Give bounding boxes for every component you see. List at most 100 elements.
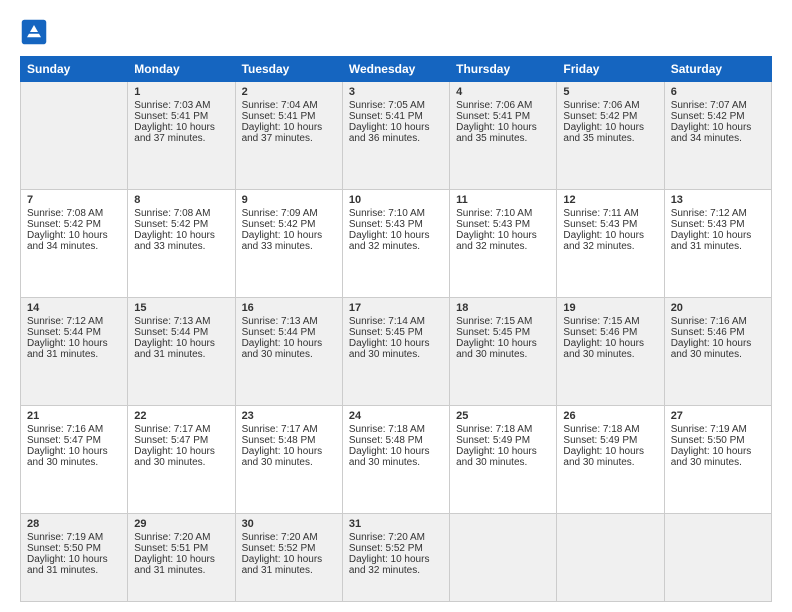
daylight-text: Daylight: 10 hours and 30 minutes. [563, 338, 644, 360]
day-number: 10 [349, 194, 443, 206]
sunrise-text: Sunrise: 7:20 AM [349, 532, 425, 543]
calendar-cell: 5Sunrise: 7:06 AMSunset: 5:42 PMDaylight… [557, 82, 664, 190]
daylight-text: Daylight: 10 hours and 32 minutes. [456, 230, 537, 252]
sunrise-text: Sunrise: 7:17 AM [242, 424, 318, 435]
sunset-text: Sunset: 5:43 PM [563, 219, 637, 230]
daylight-text: Daylight: 10 hours and 32 minutes. [349, 554, 430, 576]
daylight-text: Daylight: 10 hours and 30 minutes. [242, 338, 323, 360]
calendar-cell: 16Sunrise: 7:13 AMSunset: 5:44 PMDayligh… [235, 298, 342, 406]
calendar-cell: 17Sunrise: 7:14 AMSunset: 5:45 PMDayligh… [342, 298, 449, 406]
calendar-header-thursday: Thursday [450, 57, 557, 82]
daylight-text: Daylight: 10 hours and 30 minutes. [349, 446, 430, 468]
day-number: 12 [563, 194, 657, 206]
daylight-text: Daylight: 10 hours and 30 minutes. [134, 446, 215, 468]
sunset-text: Sunset: 5:50 PM [27, 543, 101, 554]
calendar-cell: 25Sunrise: 7:18 AMSunset: 5:49 PMDayligh… [450, 406, 557, 514]
sunset-text: Sunset: 5:46 PM [671, 327, 745, 338]
sunrise-text: Sunrise: 7:04 AM [242, 100, 318, 111]
day-number: 26 [563, 410, 657, 422]
daylight-text: Daylight: 10 hours and 30 minutes. [671, 446, 752, 468]
sunrise-text: Sunrise: 7:06 AM [456, 100, 532, 111]
day-number: 20 [671, 302, 765, 314]
sunset-text: Sunset: 5:50 PM [671, 435, 745, 446]
day-number: 22 [134, 410, 228, 422]
calendar-cell: 14Sunrise: 7:12 AMSunset: 5:44 PMDayligh… [21, 298, 128, 406]
sunset-text: Sunset: 5:41 PM [456, 111, 530, 122]
calendar-header-friday: Friday [557, 57, 664, 82]
calendar-cell: 23 Sunrise: 7:17 AMSunset: 5:48 PMDayligh… [235, 406, 342, 514]
calendar-cell: 8Sunrise: 7:08 AMSunset: 5:42 PMDaylight… [128, 190, 235, 298]
calendar-cell: 28Sunrise: 7:19 AMSunset: 5:50 PMDayligh… [21, 514, 128, 602]
sunset-text: Sunset: 5:51 PM [134, 543, 208, 554]
calendar-cell: 31 Sunrise: 7:20 AMSunset: 5:52 PMDayligh… [342, 514, 449, 602]
daylight-text: Daylight: 10 hours and 33 minutes. [242, 230, 323, 252]
calendar-week-row: 14Sunrise: 7:12 AMSunset: 5:44 PMDayligh… [21, 298, 772, 406]
header [20, 18, 772, 46]
calendar-cell: 29Sunrise: 7:20 AMSunset: 5:51 PMDayligh… [128, 514, 235, 602]
sunset-text: Sunset: 5:52 PM [242, 543, 316, 554]
calendar-cell: 3Sunrise: 7:05 AMSunset: 5:41 PMDaylight… [342, 82, 449, 190]
sunrise-text: Sunrise: 7:07 AM [671, 100, 747, 111]
sunrise-text: Sunrise: 7:10 AM [349, 208, 425, 219]
calendar-cell: 26Sunrise: 7:18 AMSunset: 5:49 PMDayligh… [557, 406, 664, 514]
sunrise-text: Sunrise: 7:08 AM [134, 208, 210, 219]
daylight-text: Daylight: 10 hours and 31 minutes. [671, 230, 752, 252]
calendar-cell: 22Sunrise: 7:17 AMSunset: 5:47 PMDayligh… [128, 406, 235, 514]
sunrise-text: Sunrise: 7:16 AM [671, 316, 747, 327]
day-number: 28 [27, 518, 121, 530]
calendar-cell: 11Sunrise: 7:10 AMSunset: 5:43 PMDayligh… [450, 190, 557, 298]
day-number: 23 [242, 410, 336, 422]
sunrise-text: Sunrise: 7:18 AM [456, 424, 532, 435]
day-number: 29 [134, 518, 228, 530]
sunset-text: Sunset: 5:42 PM [27, 219, 101, 230]
logo [20, 18, 51, 46]
sunrise-text: Sunrise: 7:20 AM [134, 532, 210, 543]
calendar-cell: 9Sunrise: 7:09 AMSunset: 5:42 PMDaylight… [235, 190, 342, 298]
sunrise-text: Sunrise: 7:14 AM [349, 316, 425, 327]
daylight-text: Daylight: 10 hours and 30 minutes. [349, 338, 430, 360]
day-number: 16 [242, 302, 336, 314]
sunset-text: Sunset: 5:52 PM [349, 543, 423, 554]
day-number: 21 [27, 410, 121, 422]
sunrise-text: Sunrise: 7:03 AM [134, 100, 210, 111]
sunrise-text: Sunrise: 7:12 AM [671, 208, 747, 219]
calendar-cell: 20Sunrise: 7:16 AMSunset: 5:46 PMDayligh… [664, 298, 771, 406]
day-number: 30 [242, 518, 336, 530]
daylight-text: Daylight: 10 hours and 35 minutes. [456, 122, 537, 144]
sunset-text: Sunset: 5:45 PM [349, 327, 423, 338]
calendar-cell: 1Sunrise: 7:03 AMSunset: 5:41 PMDaylight… [128, 82, 235, 190]
calendar-cell: 4Sunrise: 7:06 AMSunset: 5:41 PMDaylight… [450, 82, 557, 190]
sunrise-text: Sunrise: 7:18 AM [563, 424, 639, 435]
sunrise-text: Sunrise: 7:16 AM [27, 424, 103, 435]
sunrise-text: Sunrise: 7:12 AM [27, 316, 103, 327]
day-number: 7 [27, 194, 121, 206]
sunset-text: Sunset: 5:43 PM [349, 219, 423, 230]
page: SundayMondayTuesdayWednesdayThursdayFrid… [0, 0, 792, 612]
day-number: 19 [563, 302, 657, 314]
sunset-text: Sunset: 5:48 PM [242, 435, 316, 446]
sunset-text: Sunset: 5:41 PM [134, 111, 208, 122]
daylight-text: Daylight: 10 hours and 30 minutes. [242, 446, 323, 468]
calendar-cell [21, 82, 128, 190]
sunrise-text: Sunrise: 7:09 AM [242, 208, 318, 219]
calendar-header-saturday: Saturday [664, 57, 771, 82]
day-number: 1 [134, 86, 228, 98]
calendar-cell: 12Sunrise: 7:11 AMSunset: 5:43 PMDayligh… [557, 190, 664, 298]
daylight-text: Daylight: 10 hours and 30 minutes. [27, 446, 108, 468]
calendar-cell: 30Sunrise: 7:20 AMSunset: 5:52 PMDayligh… [235, 514, 342, 602]
daylight-text: Daylight: 10 hours and 31 minutes. [134, 338, 215, 360]
day-number: 31 [349, 518, 443, 530]
calendar-week-row: 21Sunrise: 7:16 AMSunset: 5:47 PMDayligh… [21, 406, 772, 514]
sunrise-text: Sunrise: 7:18 AM [349, 424, 425, 435]
calendar-cell [557, 514, 664, 602]
daylight-text: Daylight: 10 hours and 35 minutes. [563, 122, 644, 144]
day-number: 8 [134, 194, 228, 206]
logo-icon [20, 18, 48, 46]
day-number: 18 [456, 302, 550, 314]
daylight-text: Daylight: 10 hours and 31 minutes. [27, 338, 108, 360]
day-number: 14 [27, 302, 121, 314]
calendar-week-row: 1Sunrise: 7:03 AMSunset: 5:41 PMDaylight… [21, 82, 772, 190]
sunset-text: Sunset: 5:43 PM [456, 219, 530, 230]
daylight-text: Daylight: 10 hours and 32 minutes. [563, 230, 644, 252]
daylight-text: Daylight: 10 hours and 34 minutes. [671, 122, 752, 144]
